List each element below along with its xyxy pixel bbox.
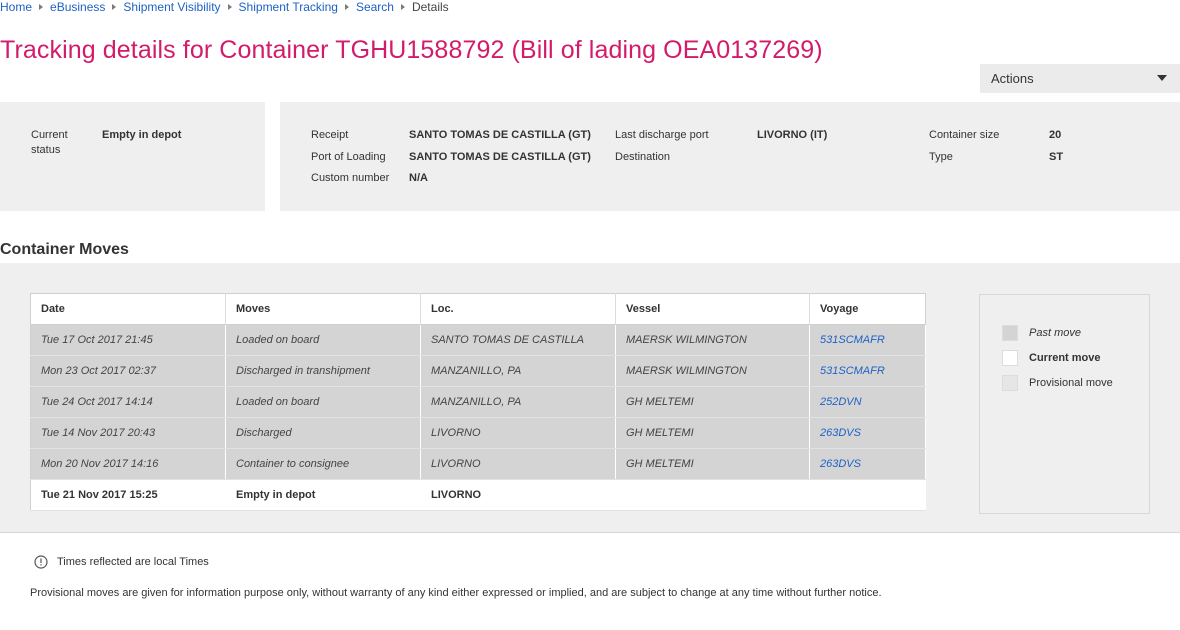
cell-move: Discharged in transhipment	[225, 355, 421, 387]
table-row: Tue 14 Nov 2017 20:43 Discharged LIVORNO…	[30, 417, 926, 449]
cell-date: Tue 24 Oct 2017 14:14	[30, 386, 226, 418]
current-move-swatch	[1002, 350, 1018, 366]
column-header-date: Date	[30, 293, 226, 325]
cell-date: Tue 21 Nov 2017 15:25	[30, 479, 226, 511]
legend-item-provisional: Provisional move	[1002, 375, 1113, 391]
table-row: Mon 23 Oct 2017 02:37 Discharged in tran…	[30, 355, 926, 387]
shipment-info-panel: Receipt SANTO TOMAS DE CASTILLA (GT) Por…	[280, 102, 1180, 211]
current-status-label-line2: status	[31, 144, 61, 156]
cell-move: Container to consignee	[225, 448, 421, 480]
table-row: Tue 24 Oct 2017 14:14 Loaded on board MA…	[30, 386, 926, 418]
cell-date: Tue 14 Nov 2017 20:43	[30, 417, 226, 449]
chevron-down-icon	[1157, 75, 1167, 81]
past-move-swatch	[1002, 325, 1018, 341]
cell-move: Loaded on board	[225, 386, 421, 418]
cell-move: Loaded on board	[225, 324, 421, 356]
voyage-link[interactable]: 531SCMAFR	[820, 365, 885, 377]
cell-location: SANTO TOMAS DE CASTILLA	[420, 324, 616, 356]
table-row: Mon 20 Nov 2017 14:16 Container to consi…	[30, 448, 926, 480]
cell-voyage: 531SCMAFR	[809, 355, 926, 387]
voyage-link[interactable]: 263DVS	[820, 427, 861, 439]
cell-voyage: 263DVS	[809, 448, 926, 480]
legend-current-label: Current move	[1029, 352, 1101, 364]
column-header-voyage: Voyage	[809, 293, 926, 325]
breadcrumb-shipment-tracking-link[interactable]: Shipment Tracking	[239, 0, 338, 14]
voyage-link[interactable]: 252DVN	[820, 396, 862, 408]
cell-location: LIVORNO	[420, 479, 616, 511]
provisional-move-swatch	[1002, 375, 1018, 391]
breadcrumb-search-link[interactable]: Search	[356, 0, 394, 14]
cell-voyage: 252DVN	[809, 386, 926, 418]
breadcrumb-ebusiness-link[interactable]: eBusiness	[50, 0, 105, 14]
cell-vessel: MAERSK WILMINGTON	[615, 355, 810, 387]
breadcrumb-shipment-visibility-link[interactable]: Shipment Visibility	[123, 0, 220, 14]
actions-dropdown[interactable]: Actions	[980, 64, 1180, 93]
current-status-label-line1: Current	[31, 129, 68, 141]
type-value: ST	[1049, 151, 1064, 163]
cell-voyage: 531SCMAFR	[809, 324, 926, 356]
custom-number-value: N/A	[409, 172, 428, 184]
legend-provisional-label: Provisional move	[1029, 377, 1113, 389]
cell-location: LIVORNO	[420, 417, 616, 449]
legend-item-past: Past move	[1002, 325, 1081, 341]
port-of-loading-label: Port of Loading	[311, 151, 386, 163]
cell-vessel: MAERSK WILMINGTON	[615, 324, 810, 356]
destination-label: Destination	[615, 151, 671, 163]
voyage-link[interactable]: 263DVS	[820, 458, 861, 470]
receipt-value: SANTO TOMAS DE CASTILLA (GT)	[409, 129, 591, 141]
cell-location: MANZANILLO, PA	[420, 386, 616, 418]
column-header-location: Loc.	[420, 293, 616, 325]
provisional-disclaimer: Provisional moves are given for informat…	[30, 587, 882, 599]
cell-vessel: GH MELTEMI	[615, 417, 810, 449]
current-status-panel: Current status Empty in depot	[0, 102, 265, 211]
table-row: Tue 17 Oct 2017 21:45 Loaded on board SA…	[30, 324, 926, 356]
breadcrumb-separator-icon	[344, 4, 349, 10]
breadcrumb-separator-icon	[39, 4, 44, 10]
type-label: Type	[929, 151, 953, 163]
actions-label: Actions	[991, 71, 1034, 86]
breadcrumb: Home eBusiness Shipment Visibility Shipm…	[0, 0, 449, 14]
table-header-row: Date Moves Loc. Vessel Voyage	[30, 293, 926, 325]
info-icon	[34, 555, 48, 569]
breadcrumb-separator-icon	[112, 4, 117, 10]
breadcrumb-separator-icon	[400, 4, 405, 10]
cell-vessel: GH MELTEMI	[615, 386, 810, 418]
cell-vessel	[615, 479, 810, 511]
breadcrumb-current: Details	[411, 0, 449, 14]
breadcrumb-home-link[interactable]: Home	[0, 0, 32, 14]
cell-voyage	[809, 479, 926, 511]
legend-item-current: Current move	[1002, 350, 1101, 366]
voyage-link[interactable]: 531SCMAFR	[820, 334, 885, 346]
table-row-current: Tue 21 Nov 2017 15:25 Empty in depot LIV…	[30, 479, 926, 511]
custom-number-label: Custom number	[311, 172, 390, 184]
last-discharge-port-label: Last discharge port	[615, 129, 709, 141]
last-discharge-port-value: LIVORNO (IT)	[757, 129, 828, 141]
cell-location: LIVORNO	[420, 448, 616, 480]
container-size-value: 20	[1049, 129, 1062, 141]
column-header-moves: Moves	[225, 293, 421, 325]
container-moves-title: Container Moves	[0, 241, 129, 258]
local-times-text: Times reflected are local Times	[57, 556, 209, 568]
legend-past-label: Past move	[1029, 327, 1081, 339]
cell-move: Empty in depot	[225, 479, 421, 511]
local-times-note: Times reflected are local Times	[34, 555, 209, 569]
cell-date: Tue 17 Oct 2017 21:45	[30, 324, 226, 356]
column-header-vessel: Vessel	[615, 293, 810, 325]
cell-voyage: 263DVS	[809, 417, 926, 449]
cell-date: Mon 23 Oct 2017 02:37	[30, 355, 226, 387]
receipt-label: Receipt	[311, 129, 349, 141]
container-size-label: Container size	[929, 129, 1000, 141]
breadcrumb-separator-icon	[227, 4, 232, 10]
current-status-value: Empty in depot	[102, 129, 182, 141]
cell-location: MANZANILLO, PA	[420, 355, 616, 387]
container-moves-table: Date Moves Loc. Vessel Voyage Tue 17 Oct…	[30, 293, 926, 511]
page-title: Tracking details for Container TGHU15887…	[0, 36, 823, 64]
cell-date: Mon 20 Nov 2017 14:16	[30, 448, 226, 480]
cell-vessel: GH MELTEMI	[615, 448, 810, 480]
port-of-loading-value: SANTO TOMAS DE CASTILLA (GT)	[409, 151, 591, 163]
cell-move: Discharged	[225, 417, 421, 449]
moves-legend: Past move Current move Provisional move	[979, 294, 1150, 514]
